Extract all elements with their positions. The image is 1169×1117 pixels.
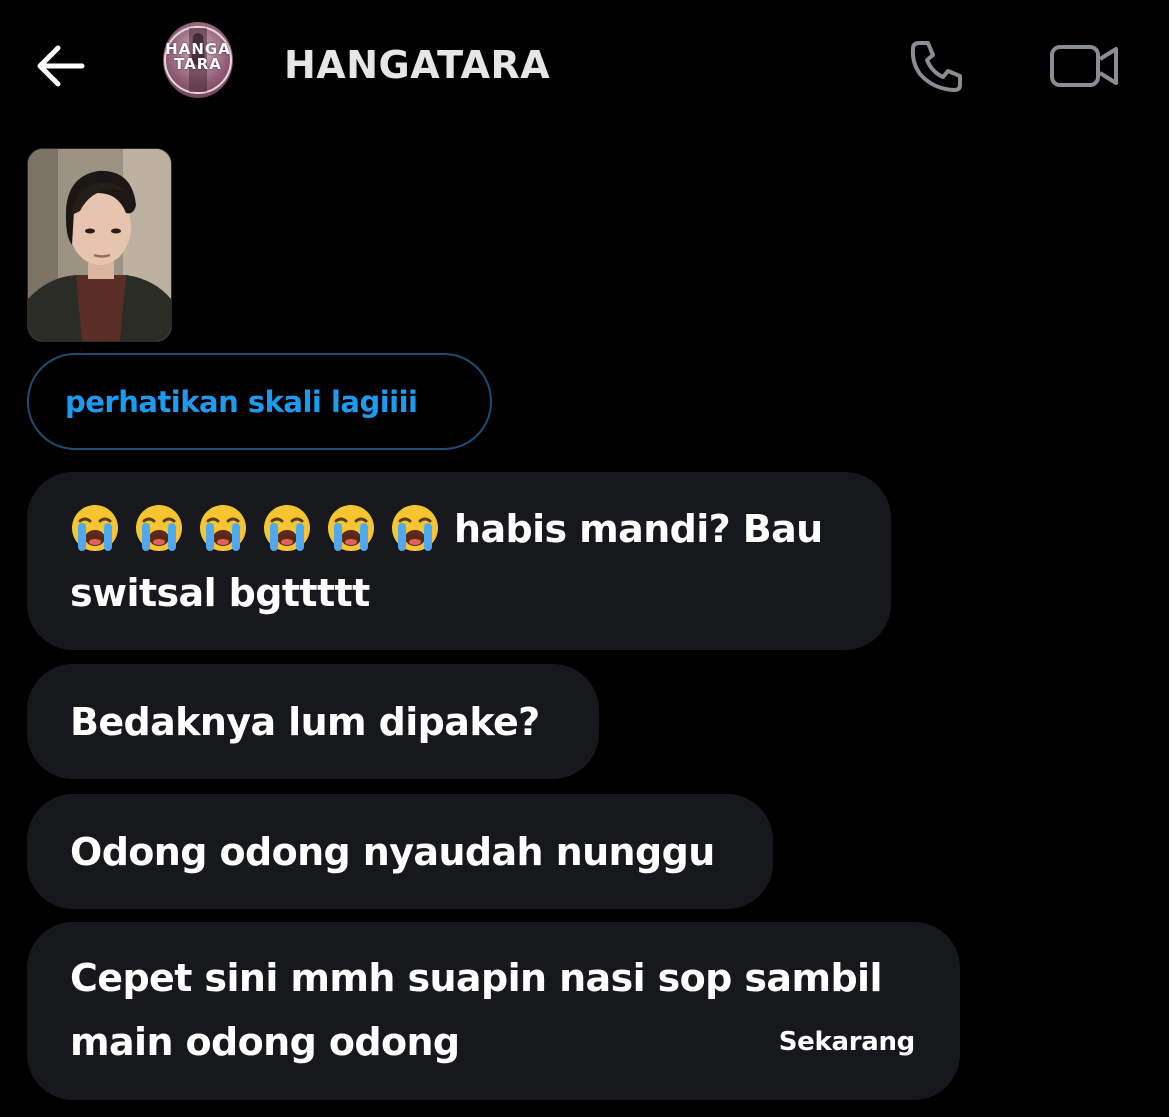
emoji-group bbox=[70, 503, 440, 553]
quick-reply-chip[interactable]: perhatikan skali lagiiii bbox=[27, 353, 492, 450]
avatar-logo-text: HANGA TARA bbox=[165, 40, 231, 73]
message-bubble[interactable]: habis mandi? Bau switsal bgttttt bbox=[27, 472, 891, 650]
message-text: Bedaknya lum dipake? bbox=[70, 700, 540, 744]
phone-icon bbox=[910, 41, 962, 92]
contact-avatar[interactable]: HANGA TARA bbox=[163, 22, 233, 98]
loudly-crying-face-icon bbox=[328, 504, 374, 551]
shared-photo[interactable] bbox=[27, 148, 172, 342]
quick-reply-text: perhatikan skali lagiiii bbox=[65, 384, 418, 419]
conversation-header: HANGA TARA HANGATARA bbox=[0, 0, 1169, 130]
video-call-button[interactable] bbox=[1046, 36, 1122, 96]
call-button[interactable] bbox=[905, 36, 969, 96]
message-timestamp: Sekarang bbox=[778, 1027, 916, 1057]
video-camera-icon bbox=[1050, 45, 1118, 87]
message-bubble[interactable]: Cepet sini mmh suapin nasi sop sambil ma… bbox=[27, 922, 960, 1100]
loudly-crying-face-icon bbox=[136, 504, 182, 551]
message-text: Odong odong nyaudah nunggu bbox=[70, 830, 715, 874]
message-bubble[interactable]: Bedaknya lum dipake? bbox=[27, 664, 599, 779]
loudly-crying-face-icon bbox=[200, 504, 246, 551]
message-bubble[interactable]: Odong odong nyaudah nunggu bbox=[27, 794, 773, 909]
contact-name[interactable]: HANGATARA bbox=[284, 40, 550, 90]
arrow-left-icon bbox=[37, 45, 85, 87]
loudly-crying-face-icon bbox=[392, 504, 438, 551]
back-button[interactable] bbox=[30, 38, 90, 94]
message-text: Cepet sini mmh suapin nasi sop sambil ma… bbox=[70, 956, 883, 1064]
loudly-crying-face-icon bbox=[72, 504, 118, 551]
loudly-crying-face-icon bbox=[264, 504, 310, 551]
